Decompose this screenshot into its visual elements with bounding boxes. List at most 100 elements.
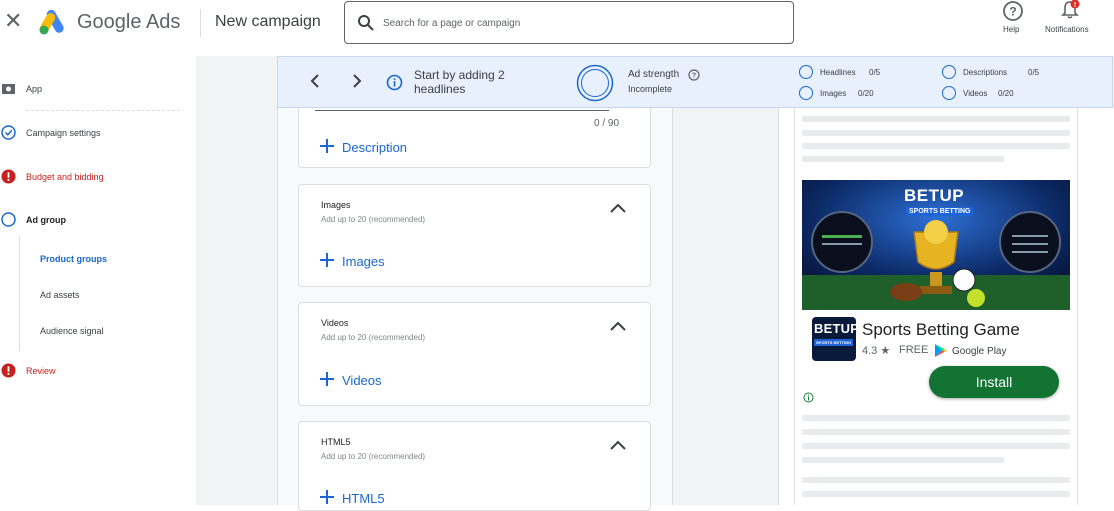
chevron-up-icon[interactable] xyxy=(609,439,627,451)
checklist-label: Images xyxy=(820,89,847,98)
install-button[interactable]: Install xyxy=(929,366,1059,398)
description-card: Description xyxy=(298,100,651,168)
plus-icon xyxy=(320,490,334,504)
search-icon xyxy=(358,15,374,31)
description-field-underline[interactable] xyxy=(315,108,609,111)
ad-strength-bar: Start by adding 2 headlines Ad strength … xyxy=(277,56,1113,108)
plus-icon xyxy=(320,253,334,267)
skeleton-line xyxy=(802,156,1004,162)
unchecked-circle-icon xyxy=(942,86,956,100)
svg-text:?: ? xyxy=(692,73,696,80)
plus-icon xyxy=(320,372,334,386)
search-input[interactable] xyxy=(383,10,783,36)
character-counter: 0 / 90 xyxy=(594,118,620,129)
unchecked-circle-icon xyxy=(942,65,956,79)
card-title: Images xyxy=(321,200,351,210)
sidebar-item-campaign-settings[interactable]: Campaign settings xyxy=(0,121,190,145)
current-step-icon xyxy=(1,212,16,227)
header-divider xyxy=(200,9,201,37)
skeleton-line xyxy=(802,491,1070,497)
add-html5-label: HTML5 xyxy=(342,491,385,506)
help-button[interactable]: ? Help xyxy=(998,0,1028,40)
sidebar-item-label: App xyxy=(26,84,43,94)
card-subtitle: Add up to 20 (recommended) xyxy=(321,452,426,461)
unchecked-circle-icon xyxy=(799,65,813,79)
close-icon[interactable]: ✕ xyxy=(4,10,22,32)
help-icon[interactable]: ? xyxy=(688,69,700,81)
banner-tagline: SPORTS BETTING xyxy=(906,207,974,216)
skeleton-line xyxy=(802,477,1070,483)
skeleton-line xyxy=(802,457,1004,463)
search-box[interactable] xyxy=(344,1,794,44)
app-rating: 4.3 ★ xyxy=(862,345,891,357)
app-icon-brand: BETUP xyxy=(814,321,856,336)
sidebar-item-ad-group[interactable]: Ad group xyxy=(0,208,190,232)
sidebar-item-label: Review xyxy=(26,366,56,376)
svg-text:?: ? xyxy=(1009,5,1016,19)
checklist-count: 0/5 xyxy=(1028,68,1040,77)
help-label: Help xyxy=(1003,25,1020,34)
skeleton-line xyxy=(802,443,1070,449)
sidebar-subitem-audience-signal[interactable]: Audience signal xyxy=(40,326,104,336)
chevron-left-icon[interactable] xyxy=(308,73,322,89)
sidebar-subitem-product-groups[interactable]: Product groups xyxy=(40,254,107,264)
sidebar-item-budget-and-bidding[interactable]: Budget and bidding xyxy=(0,165,190,189)
ad-banner-image: BETUP SPORTS BETTING xyxy=(802,180,1070,310)
ad-strength-status: Incomplete xyxy=(628,84,673,94)
bell-icon: ! xyxy=(1061,0,1080,19)
sidebar-item-label: Campaign settings xyxy=(26,128,101,138)
checklist-label: Headlines xyxy=(820,68,856,77)
checklist-headlines: Headlines 0/5 xyxy=(799,65,919,81)
info-icon xyxy=(386,74,403,91)
google-play-icon xyxy=(935,344,947,357)
checklist-videos: Videos 0/20 xyxy=(942,86,1062,102)
videos-card: Videos Add up to 20 (recommended) Videos xyxy=(298,302,651,406)
banner-brand: BETUP xyxy=(904,186,965,205)
sidebar-item-app[interactable]: App xyxy=(0,77,190,101)
card-title: Videos xyxy=(321,318,349,328)
error-icon xyxy=(1,169,16,184)
skeleton-line xyxy=(802,143,1070,149)
html5-card: HTML5 Add up to 20 (recommended) HTML5 xyxy=(298,421,651,511)
sidebar-item-label: Ad group xyxy=(26,215,66,225)
card-subtitle: Add up to 20 (recommended) xyxy=(321,215,426,224)
app-icon xyxy=(2,84,15,94)
add-description-label: Description xyxy=(342,140,408,155)
sidebar-item-review[interactable]: Review xyxy=(0,359,190,383)
top-bar: ✕ Google Ads New campaign ? Help ! Notif… xyxy=(0,0,1114,56)
sidebar-subitem-ad-assets[interactable]: Ad assets xyxy=(40,290,80,300)
checklist-label: Videos xyxy=(963,89,988,98)
skeleton-line xyxy=(802,415,1070,421)
app-price: FREE xyxy=(899,344,929,356)
card-title: HTML5 xyxy=(321,437,351,447)
images-card: Images Add up to 20 (recommended) Images xyxy=(298,184,651,287)
app-store-icon: BETUP SPORTS BETTING xyxy=(812,317,856,361)
error-icon xyxy=(1,363,16,378)
check-circle-icon xyxy=(1,125,16,140)
svg-text:!: ! xyxy=(1074,2,1076,9)
brand-name: Google Ads xyxy=(77,11,181,33)
skeleton-line xyxy=(802,130,1070,136)
add-videos-label: Videos xyxy=(342,373,382,388)
chevron-up-icon[interactable] xyxy=(609,202,627,214)
chevron-up-icon[interactable] xyxy=(609,320,627,332)
ad-strength-message: Start by adding 2 headlines xyxy=(414,68,505,96)
skeleton-line xyxy=(802,429,1070,435)
add-images-label: Images xyxy=(342,254,385,269)
page-title: New campaign xyxy=(215,13,321,30)
checklist-descriptions: Descriptions 0/5 xyxy=(942,65,1062,81)
checklist-count: 0/20 xyxy=(858,89,874,98)
card-subtitle: Add up to 20 (recommended) xyxy=(321,333,426,342)
checklist-images: Images 0/20 xyxy=(799,86,919,102)
sidebar-item-label: Budget and bidding xyxy=(26,172,104,182)
chevron-right-icon[interactable] xyxy=(350,73,364,89)
skeleton-line xyxy=(802,116,1070,122)
app-name: Sports Betting Game xyxy=(862,320,1020,339)
ad-strength-ring-icon xyxy=(576,64,614,102)
help-icon: ? xyxy=(1003,1,1023,21)
ad-info-icon[interactable] xyxy=(803,392,814,403)
ad-strength-title: Ad strength xyxy=(628,69,680,80)
plus-icon xyxy=(320,139,334,153)
notifications-button[interactable]: ! Notifications xyxy=(1042,0,1098,40)
app-icon-tagline: SPORTS BETTING xyxy=(814,339,854,346)
